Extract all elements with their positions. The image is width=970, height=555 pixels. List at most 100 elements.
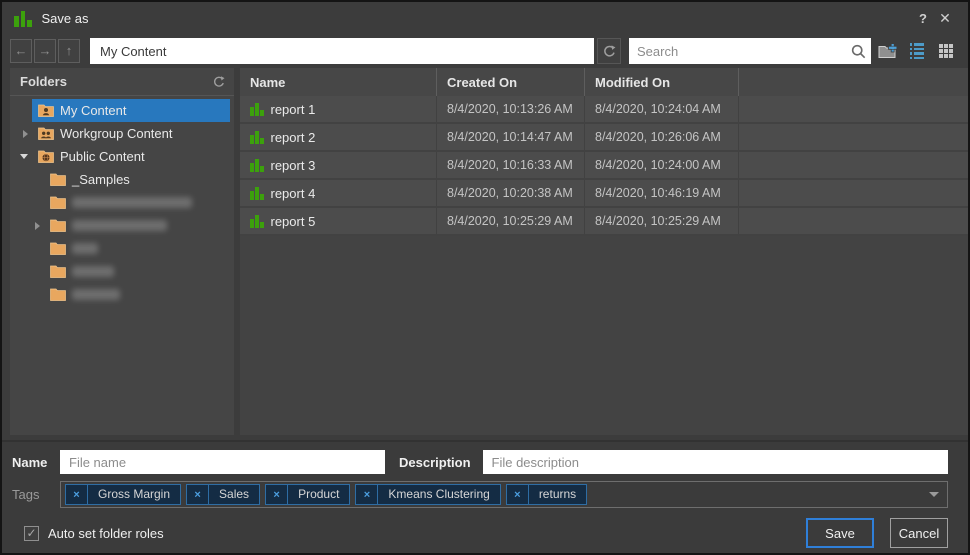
save-as-dialog: Save as ? ✕ ← → ↑: [0, 0, 970, 555]
save-button[interactable]: Save: [806, 518, 874, 548]
modified-on: 8/4/2020, 10:26:06 AM: [595, 130, 721, 144]
tags-label: Tags: [12, 487, 60, 502]
refresh-path-button[interactable]: [597, 38, 621, 64]
redacted-folder-name: [72, 220, 167, 231]
new-folder-button[interactable]: [876, 39, 900, 63]
name-label: Name: [12, 455, 60, 470]
redacted-folder-name: [72, 289, 120, 300]
expand-expanded-icon[interactable]: [20, 154, 28, 159]
title-bar: Save as ? ✕: [2, 2, 968, 34]
column-header-modified[interactable]: Modified On: [585, 68, 739, 96]
tags-dropdown-caret-icon[interactable]: [929, 492, 939, 497]
table-row[interactable]: report 3 8/4/2020, 10:16:33 AM 8/4/2020,…: [240, 152, 968, 180]
remove-tag-icon[interactable]: ×: [356, 489, 377, 501]
tree-item-redacted-1[interactable]: [10, 191, 234, 214]
table-row[interactable]: report 4 8/4/2020, 10:20:38 AM 8/4/2020,…: [240, 180, 968, 208]
tree-item-redacted-3[interactable]: [10, 237, 234, 260]
tag-label: returns: [528, 485, 586, 504]
folders-panel-title: Folders: [20, 74, 212, 89]
forward-button[interactable]: →: [34, 39, 56, 63]
file-name: report 5: [271, 214, 316, 229]
modified-on: 8/4/2020, 10:24:00 AM: [595, 158, 721, 172]
created-on: 8/4/2020, 10:20:38 AM: [447, 186, 573, 200]
main-area: Folders My Content: [2, 68, 968, 440]
remove-tag-icon[interactable]: ×: [187, 489, 208, 501]
folder-icon: [50, 265, 66, 278]
folder-icon: [50, 196, 66, 209]
report-bar-chart-icon: [250, 186, 264, 200]
column-header-created[interactable]: Created On: [437, 68, 585, 96]
created-on: 8/4/2020, 10:16:33 AM: [447, 158, 573, 172]
public-folder-icon: [38, 150, 54, 163]
tree-item-label: Workgroup Content: [60, 126, 173, 141]
search-box: [629, 38, 871, 64]
file-description-input[interactable]: [483, 450, 948, 474]
workgroup-folder-icon: [38, 127, 54, 140]
new-folder-icon: [878, 43, 898, 59]
file-name: report 2: [271, 130, 316, 145]
tree-item-workgroup-content[interactable]: Workgroup Content: [10, 122, 234, 145]
created-on: 8/4/2020, 10:13:26 AM: [447, 102, 573, 116]
column-header-name[interactable]: Name: [240, 68, 437, 96]
expand-collapsed-icon[interactable]: [35, 222, 40, 230]
tree-item-samples[interactable]: _Samples: [10, 168, 234, 191]
remove-tag-icon[interactable]: ×: [66, 489, 87, 501]
tag-chip: × Kmeans Clustering: [355, 484, 500, 505]
tag-label: Sales: [208, 485, 259, 504]
auto-set-folder-roles-checkbox[interactable]: ✓: [24, 526, 39, 541]
redacted-folder-name: [72, 197, 192, 208]
close-button[interactable]: ✕: [934, 10, 956, 27]
tag-chip: × returns: [506, 484, 587, 505]
table-row[interactable]: report 2 8/4/2020, 10:14:47 AM 8/4/2020,…: [240, 124, 968, 152]
folders-panel-header: Folders: [10, 68, 234, 96]
created-on: 8/4/2020, 10:25:29 AM: [447, 214, 573, 228]
dialog-title: Save as: [42, 11, 89, 26]
help-button[interactable]: ?: [912, 11, 934, 26]
report-bar-chart-icon: [250, 214, 264, 228]
tag-chip: × Product: [265, 484, 350, 505]
refresh-folders-icon[interactable]: [212, 75, 226, 89]
remove-tag-icon[interactable]: ×: [266, 489, 287, 501]
file-name: report 3: [271, 158, 316, 173]
folder-icon: [50, 219, 66, 232]
grid-view-button[interactable]: [934, 39, 958, 63]
list-view-button[interactable]: [905, 39, 929, 63]
tree-item-label: _Samples: [72, 172, 130, 187]
table-row[interactable]: report 5 8/4/2020, 10:25:29 AM 8/4/2020,…: [240, 208, 968, 236]
redacted-folder-name: [72, 243, 98, 254]
tag-label: Product: [287, 485, 349, 504]
report-bar-chart-icon: [250, 130, 264, 144]
table-row[interactable]: report 1 8/4/2020, 10:13:26 AM 8/4/2020,…: [240, 96, 968, 124]
created-on: 8/4/2020, 10:14:47 AM: [447, 130, 573, 144]
grid-view-icon: [939, 44, 953, 58]
remove-tag-icon[interactable]: ×: [507, 489, 528, 501]
search-icon[interactable]: [850, 43, 867, 60]
report-bar-chart-icon: [250, 102, 264, 116]
file-name: report 4: [271, 186, 316, 201]
navigation-bar: ← → ↑: [2, 34, 968, 68]
tree-item-redacted-2[interactable]: [10, 214, 234, 237]
my-content-folder-icon: [38, 104, 54, 117]
tag-chip: × Sales: [186, 484, 260, 505]
expand-collapsed-icon[interactable]: [23, 130, 28, 138]
tree-item-redacted-4[interactable]: [10, 260, 234, 283]
folder-icon: [50, 173, 66, 186]
file-list-area: Name Created On Modified On report 1 8/4…: [240, 68, 968, 435]
cancel-button[interactable]: Cancel: [890, 518, 948, 548]
tree-item-my-content[interactable]: My Content: [10, 99, 234, 122]
report-bar-chart-icon: [250, 158, 264, 172]
tags-field[interactable]: × Gross Margin × Sales × Product × Kmean…: [60, 481, 948, 508]
column-header-empty: [739, 68, 968, 96]
up-button[interactable]: ↑: [58, 39, 80, 63]
file-name-input[interactable]: [60, 450, 385, 474]
tag-label: Kmeans Clustering: [377, 485, 499, 504]
back-button[interactable]: ←: [10, 39, 32, 63]
tree-item-label: My Content: [60, 103, 126, 118]
search-input[interactable]: [629, 39, 850, 63]
tree-item-label: Public Content: [60, 149, 145, 164]
path-input[interactable]: [90, 38, 594, 64]
folder-tree: My Content Workgroup Content: [10, 96, 234, 306]
tree-item-redacted-5[interactable]: [10, 283, 234, 306]
tree-item-public-content[interactable]: Public Content: [10, 145, 234, 168]
redacted-folder-name: [72, 266, 114, 277]
